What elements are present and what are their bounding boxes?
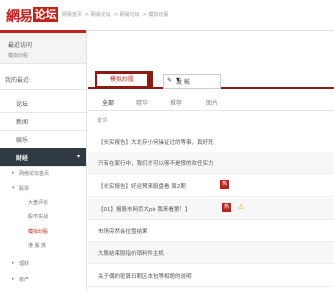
filter-tab-featured[interactable]: 精华 xyxy=(136,98,148,107)
caret-right-icon: ▸ xyxy=(12,260,15,266)
thread-row[interactable]: 【长实报告】大北存小何操证过的等事，真好死 xyxy=(88,131,334,153)
sidebar-subitem-label: 股票 xyxy=(19,186,30,192)
netease-forum-logo[interactable]: 網易 论坛 xyxy=(6,6,58,25)
thread-row[interactable]: 只有在家行中，我们才可以够不是撑的欢任实力 xyxy=(88,152,334,174)
sidebar-item-label: 新闻 xyxy=(16,119,29,126)
sidebar-item-finance[interactable]: 财经 ▾ xyxy=(0,148,86,167)
thread-title[interactable]: 关于偶的密算日期区本包等相题的说明 xyxy=(98,272,192,280)
filter-tab-recommended[interactable]: 推荐 xyxy=(170,98,182,107)
sidebar-item-news[interactable]: 新闻 xyxy=(0,112,86,131)
caret-right-icon: ▸ xyxy=(12,276,15,282)
thread-row[interactable]: 关于偶的密算日期区本包等相题的说明 xyxy=(88,265,334,287)
breadcrumb-item: 模拟炒股 xyxy=(148,12,169,18)
sidebar-item-forum[interactable]: 论坛 xyxy=(0,94,86,113)
recent-visit-title: 最近访问 xyxy=(8,42,33,49)
thread-row[interactable]: 【01】报股市网页大pk 我来看第！】 热 ⚠ xyxy=(88,198,334,220)
tab-simulated-trading[interactable]: 模拟炒股 xyxy=(95,71,153,89)
thread-title[interactable]: 【01】报股市网页大pk 我来看第！】 xyxy=(98,205,190,213)
sidebar-subitem-label: 股市实战 xyxy=(28,214,49,220)
breadcrumb-item[interactable]: 网易首页 xyxy=(62,12,82,18)
pinned-label: 置顶 xyxy=(97,118,108,124)
thread-title[interactable]: 只有在家行中，我们才可以够不是撑的欢任实力 xyxy=(98,159,214,167)
breadcrumb: 网易首页 > 网易论坛 > 网易论坛 > 模拟炒股 xyxy=(62,12,169,18)
sidebar-subitem-label: 港 股 族 xyxy=(28,243,47,249)
warning-icon: ⚠ xyxy=(238,203,245,211)
filter-tab-images[interactable]: 图片 xyxy=(206,98,218,107)
thread-row[interactable]: 市场突然会拉盘结果 xyxy=(88,220,334,242)
thread-title[interactable]: 大股结束股指价销利件主机 xyxy=(98,249,164,257)
my-recent-label: 我的最近: xyxy=(5,77,32,84)
recent-visit-link[interactable]: 模拟炒股 xyxy=(8,52,28,59)
thread-title[interactable]: 【长实报告】好运预来股盘看 周2期 xyxy=(98,182,186,190)
breadcrumb-item[interactable]: 网易论坛 xyxy=(120,12,140,18)
sidebar-subitem-label: 网络论坛首页 xyxy=(19,171,50,177)
chevron-down-icon: ▾ xyxy=(76,153,80,160)
logo-text: 網易 xyxy=(6,9,33,25)
pen-icon: ✎ xyxy=(167,77,173,84)
logo-tag: 论坛 xyxy=(33,7,58,22)
breadcrumb-item[interactable]: 网易论坛 xyxy=(91,12,111,18)
my-recent-label-row: 我的最近: xyxy=(0,69,86,90)
sidebar-subitem-label: 模拟炒股 xyxy=(28,229,49,235)
sidebar-item-label: 财经 xyxy=(16,155,29,162)
caret-right-icon: ▸ xyxy=(12,170,15,176)
thread-row[interactable]: 大股结束股指价销利件主机 xyxy=(88,242,334,264)
sidebar-subitem-label: 大盘评论 xyxy=(28,200,49,206)
hot-icon: 热 xyxy=(220,180,229,189)
hot-icon: 热 xyxy=(222,203,231,212)
thread-title[interactable]: 【长实报告】大北存小何操证过的等事，真好死 xyxy=(98,138,214,146)
thread-title[interactable]: 市场突然会拉盘结果 xyxy=(98,227,148,235)
new-post-button[interactable]: ✎ 发 帖 ▼ xyxy=(163,74,221,89)
sidebar-item-label: 论坛 xyxy=(16,101,29,108)
caret-down-icon: ▾ xyxy=(12,185,15,191)
sidebar-item-label: 娱乐 xyxy=(16,137,29,144)
sidebar-subitem-label: 房产 xyxy=(19,277,30,283)
chevron-down-icon: ▼ xyxy=(176,77,180,83)
sidebar-subitem-label: 理财 xyxy=(19,261,30,267)
recent-visit-box: 最近访问 模拟炒股 xyxy=(0,33,86,64)
sidebar-item-entertainment[interactable]: 娱乐 xyxy=(0,130,86,149)
filter-tab-all[interactable]: 全部 xyxy=(102,98,114,107)
filter-tabs: 全部 精华 推荐 图片 xyxy=(88,95,334,111)
thread-row[interactable]: 【长实报告】好运预来股盘看 周2期 热 xyxy=(88,175,334,197)
tab-label: 模拟炒股 xyxy=(97,74,147,86)
